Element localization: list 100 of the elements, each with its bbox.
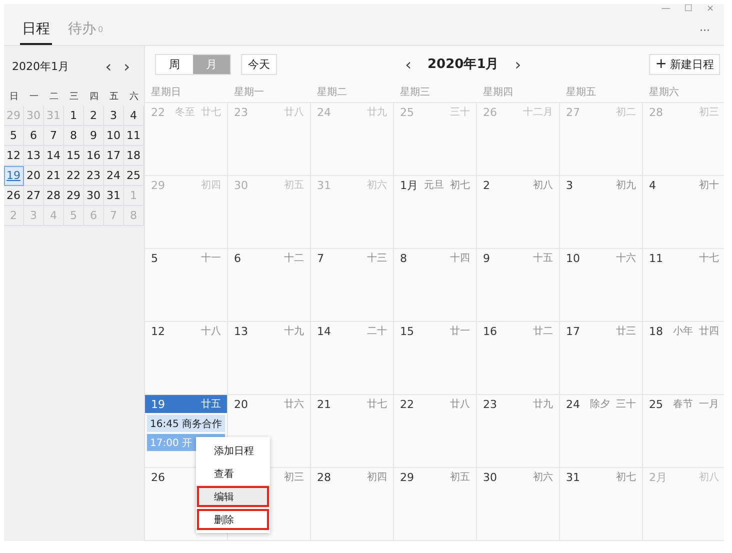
mini-calendar-day[interactable]: 25	[124, 166, 144, 186]
today-button[interactable]: 今天	[241, 54, 277, 75]
mini-calendar-day[interactable]: 16	[84, 146, 104, 166]
mini-calendar-day[interactable]: 31	[104, 186, 124, 206]
lunar-date: 十二	[284, 252, 304, 265]
festival-label: 元旦	[424, 179, 444, 192]
lunar-date: 十八	[201, 324, 221, 338]
lunar-date: 廿一	[450, 324, 470, 338]
mini-calendar-day[interactable]: 29	[64, 186, 84, 206]
lunar-date: 廿七	[367, 398, 387, 411]
lunar-date: 廿九	[533, 398, 553, 411]
previous-month-button[interactable]: ‹	[99, 56, 118, 76]
menu-item[interactable]: 添加日程	[196, 439, 270, 462]
day-number: 4	[649, 178, 656, 192]
lunar-date: 初六	[533, 470, 553, 484]
more-button[interactable]: ···	[700, 24, 710, 36]
festival-label: 冬至	[175, 106, 195, 119]
lunar-date: 十五	[533, 252, 553, 265]
lunar-date: 十四	[450, 252, 470, 265]
lunar-date: 廿九	[367, 106, 387, 119]
day-number: 28	[317, 470, 331, 484]
mini-calendar-day[interactable]: 8	[64, 126, 84, 146]
mini-calendar-day[interactable]: 5	[4, 126, 24, 146]
weekday-label: 六	[128, 90, 140, 104]
lunar-date: 初十	[699, 178, 719, 192]
lunar-date: 初七	[450, 178, 470, 192]
lunar-date: 初八	[533, 178, 553, 192]
mini-calendar-day[interactable]: 10	[104, 126, 124, 146]
mini-calendar-day[interactable]: 23	[84, 166, 104, 186]
next-month-button[interactable]: ›	[508, 54, 528, 74]
mini-calendar-day[interactable]: 21	[44, 166, 64, 186]
day-number: 23	[483, 398, 497, 410]
event-item[interactable]: 16:45 商务合作	[147, 415, 225, 432]
month-title: 2020年1月	[428, 56, 499, 74]
mini-calendar-day[interactable]: 17	[104, 146, 124, 166]
weekday-label: 星期一	[233, 86, 265, 100]
lunar-date: 十九	[284, 324, 304, 338]
day-number: 30	[483, 470, 497, 484]
lunar-date: 十二月	[523, 106, 553, 119]
lunar-date: 廿二	[533, 324, 553, 338]
mini-calendar-day[interactable]: 30	[84, 186, 104, 206]
weekday-label: 星期四	[482, 86, 514, 100]
weekday-label: 四	[88, 90, 100, 104]
day-number: 2月	[649, 470, 667, 484]
mini-calendar-day[interactable]: 3	[104, 106, 124, 126]
mini-calendar-day[interactable]: 9	[84, 126, 104, 146]
day-number: 15	[400, 324, 414, 338]
lunar-date: 初三	[699, 106, 719, 119]
day-number: 28	[649, 106, 663, 118]
mini-calendar-day[interactable]: 24	[104, 166, 124, 186]
mini-calendar-day[interactable]: 14	[44, 146, 64, 166]
day-number: 25	[649, 398, 663, 410]
lunar-date: 三十	[450, 106, 470, 119]
day-number: 24	[566, 398, 580, 410]
weekday-label: 一	[28, 90, 40, 104]
new-event-button[interactable]: + 新建日程	[649, 54, 720, 75]
lunar-date: 初五	[450, 470, 470, 484]
menu-item[interactable]: 删除	[196, 508, 270, 531]
day-number: 11	[649, 252, 663, 264]
mini-calendar-day[interactable]: 11	[124, 126, 144, 146]
day-number: 14	[317, 324, 331, 338]
mini-calendar-day[interactable]: 2	[84, 106, 104, 126]
mini-calendar-day[interactable]: 18	[124, 146, 144, 166]
mini-calendar-day[interactable]: 19	[4, 166, 24, 186]
mini-calendar-day[interactable]: 26	[4, 186, 24, 206]
mini-calendar-day[interactable]: 7	[44, 126, 64, 146]
day-number: 3	[566, 178, 573, 192]
mini-calendar-day[interactable]: 13	[24, 146, 44, 166]
mini-calendar-day[interactable]: 15	[64, 146, 84, 166]
mini-calendar-day[interactable]: 28	[44, 186, 64, 206]
lunar-date: 初八	[699, 470, 719, 484]
menu-item[interactable]: 编辑	[196, 485, 270, 508]
weekday-label: 星期二	[316, 86, 348, 100]
mini-calendar-day[interactable]: 20	[24, 166, 44, 186]
day-number: 27	[566, 106, 580, 118]
day-number: 23	[234, 106, 248, 118]
lunar-date: 初四	[367, 470, 387, 484]
day-number: 29	[151, 178, 165, 192]
day-number: 18	[649, 324, 663, 338]
day-number: 21	[317, 398, 331, 410]
lunar-date: 初四	[201, 178, 221, 192]
mini-calendar-day[interactable]: 6	[24, 126, 44, 146]
window-control[interactable]: —	[661, 4, 670, 15]
tab-count: 0	[98, 25, 104, 34]
weekday-label: 日	[8, 90, 20, 104]
month-title: 2020年1月	[12, 58, 70, 74]
weekday-label: 星期六	[648, 86, 680, 100]
day-number: 9	[483, 252, 490, 264]
mini-calendar-day[interactable]: 22	[64, 166, 84, 186]
menu-item[interactable]: 查看	[196, 462, 270, 485]
selected-day-header[interactable]: 19 廿五	[145, 395, 227, 413]
mini-calendar-day[interactable]: 27	[24, 186, 44, 206]
next-month-button[interactable]: ›	[118, 56, 136, 76]
previous-month-button[interactable]: ‹	[399, 54, 418, 74]
festival-label: 春节	[673, 398, 693, 411]
day-number: 29	[400, 470, 414, 484]
mini-calendar-day[interactable]: 1	[64, 106, 84, 126]
mini-calendar-day[interactable]: 4	[124, 106, 144, 126]
day-number: 8	[400, 252, 407, 264]
lunar-date: 廿五	[201, 398, 221, 411]
